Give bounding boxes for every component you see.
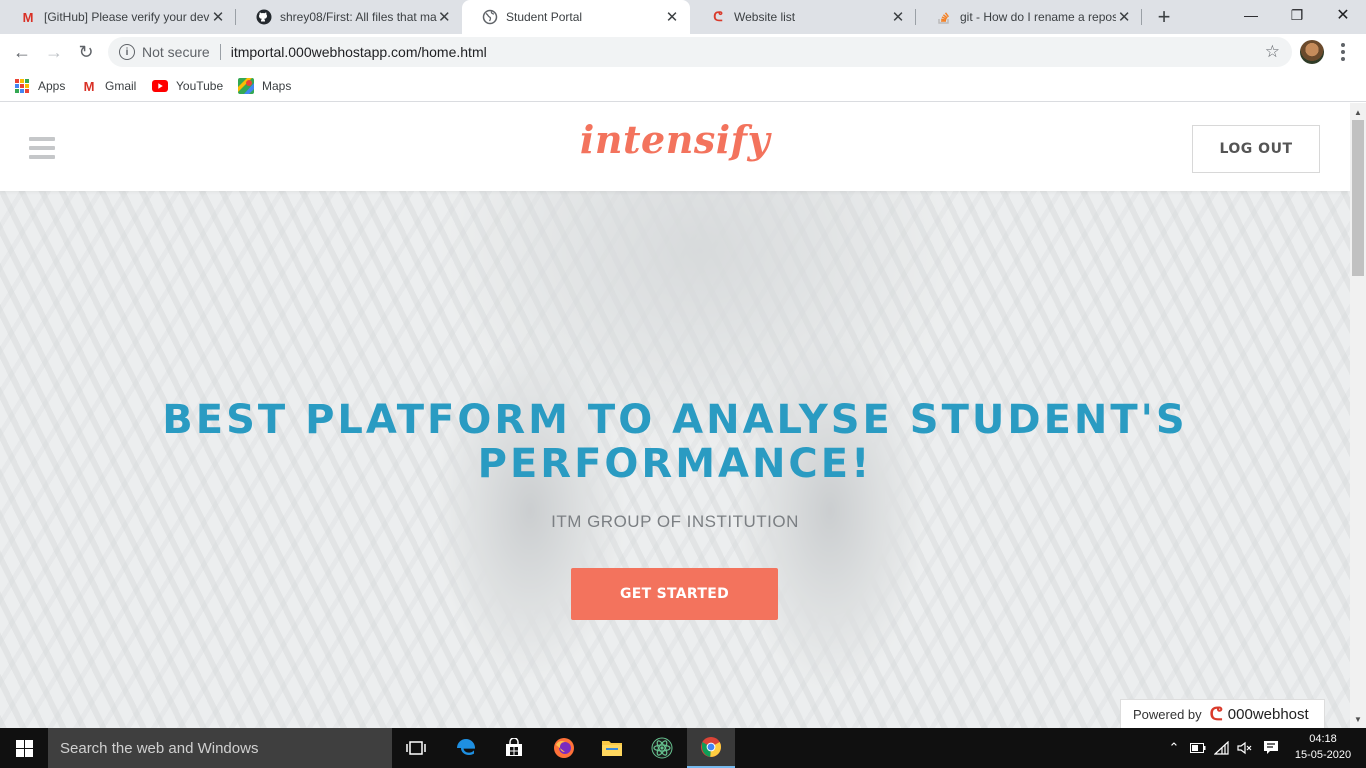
forward-button[interactable]: → (40, 38, 68, 66)
store-icon[interactable] (490, 728, 538, 768)
bookmarks-bar: Apps M Gmail YouTube Maps (0, 70, 1366, 102)
bookmark-gmail[interactable]: M Gmail (81, 76, 137, 96)
browser-menu-icon[interactable] (1335, 38, 1351, 66)
tab-title: [GitHub] Please verify your dev (44, 10, 210, 24)
profile-avatar[interactable] (1300, 40, 1324, 64)
windows-logo-icon (15, 739, 33, 757)
tab-website-list[interactable]: ᕦ Website list ✕ (690, 0, 916, 34)
security-label: Not secure (142, 44, 210, 60)
powered-brand: 000webhost (1227, 705, 1309, 723)
globe-icon (482, 9, 498, 25)
bookmark-label: YouTube (176, 79, 224, 93)
stackoverflow-icon (936, 9, 952, 25)
tab-separator (1141, 9, 1142, 25)
000webhost-icon: ᕦ (713, 9, 723, 24)
show-hidden-icons-icon[interactable]: ⌃ (1164, 728, 1184, 768)
hero-subheadline: ITM GROUP OF INSTITUTION (551, 512, 799, 531)
scrollbar-thumb[interactable] (1352, 120, 1364, 276)
action-center-icon[interactable] (1260, 728, 1282, 768)
apps-grid-icon (14, 78, 30, 94)
clock-date: 15-05-2020 (1294, 749, 1352, 761)
tab-git-rename[interactable]: git - How do I rename a reposi ✕ (916, 0, 1142, 34)
github-icon (256, 9, 272, 25)
scroll-up-arrow-icon[interactable]: ▲ (1350, 105, 1366, 119)
tab-title: git - How do I rename a reposi (960, 10, 1117, 24)
minimize-button[interactable]: — (1228, 0, 1274, 30)
url-text[interactable]: itmportal.000webhostapp.com/home.html (231, 44, 487, 60)
scroll-down-arrow-icon[interactable]: ▼ (1350, 712, 1366, 726)
chrome-icon[interactable] (687, 728, 735, 768)
browser-toolbar: ← → ↻ i Not secure itmportal.000webhosta… (0, 34, 1366, 70)
tab-github-verify[interactable]: M [GitHub] Please verify your dev ✕ (0, 0, 236, 34)
site-header: intensify LOG OUT (0, 103, 1350, 191)
windows-taskbar: Search the web and Windows ⌃ 04:18 15-05… (0, 728, 1366, 768)
edge-icon[interactable] (442, 728, 490, 768)
address-bar[interactable]: i Not secure itmportal.000webhostapp.com… (108, 37, 1292, 67)
powered-by-badge[interactable]: Powered by ᕦ 000webhost (1120, 699, 1325, 728)
close-icon[interactable]: ✕ (1116, 9, 1132, 26)
headline-line-2: PERFORMANCE! (477, 441, 873, 487)
volume-muted-icon[interactable] (1235, 728, 1255, 768)
firefox-icon[interactable] (540, 728, 588, 768)
tab-title: Website list (734, 10, 796, 24)
clock-time: 04:18 (1309, 733, 1337, 745)
back-button[interactable]: ← (8, 38, 36, 66)
logout-button[interactable]: LOG OUT (1192, 125, 1320, 173)
close-icon[interactable]: ✕ (437, 9, 452, 26)
reload-button[interactable]: ↻ (72, 38, 100, 66)
bookmark-youtube[interactable]: YouTube (152, 76, 223, 96)
000webhost-icon: ᕦ (1209, 703, 1223, 724)
new-tab-button[interactable]: + (1152, 4, 1176, 29)
page-scrollbar[interactable]: ▲ ▼ (1350, 103, 1366, 728)
gmail-icon: M (83, 78, 95, 94)
gmail-icon: M (22, 9, 34, 25)
close-icon[interactable]: ✕ (890, 9, 906, 26)
bookmark-apps[interactable]: Apps (14, 76, 65, 96)
task-view-icon[interactable] (392, 728, 440, 768)
tab-student-portal[interactable]: Student Portal ✕ (462, 0, 690, 34)
atom-icon[interactable] (638, 728, 686, 768)
tab-title: Student Portal (506, 10, 583, 24)
bookmark-maps[interactable]: Maps (238, 76, 291, 96)
omnibox-divider (219, 44, 221, 60)
taskbar-search-box[interactable]: Search the web and Windows (48, 728, 392, 768)
youtube-icon (152, 78, 168, 94)
restore-button[interactable]: ❐ (1274, 0, 1320, 30)
web-page: intensify LOG OUT BEST PLATFORM TO ANALY… (0, 103, 1350, 728)
close-icon[interactable]: ✕ (210, 9, 226, 26)
info-icon[interactable]: i (119, 44, 135, 60)
hero-headline: BEST PLATFORM TO ANALYSE STUDENT'S PERFO… (0, 398, 1350, 486)
close-window-button[interactable]: ✕ (1320, 0, 1366, 30)
browser-tab-strip: M [GitHub] Please verify your dev ✕ shre… (0, 0, 1366, 34)
wifi-icon[interactable] (1212, 728, 1232, 768)
battery-icon[interactable] (1188, 728, 1208, 768)
bookmark-label: Apps (38, 79, 66, 93)
bookmark-label: Gmail (105, 79, 137, 93)
tab-title: shrey08/First: All files that mad (280, 10, 437, 24)
file-explorer-icon[interactable] (588, 728, 636, 768)
close-icon[interactable]: ✕ (664, 9, 680, 26)
tab-github-repo[interactable]: shrey08/First: All files that mad ✕ (236, 0, 462, 34)
system-clock[interactable]: 04:18 15-05-2020 (1292, 731, 1354, 763)
powered-label: Powered by (1133, 706, 1202, 722)
start-button[interactable] (0, 728, 48, 768)
star-icon[interactable]: ☆ (1265, 42, 1280, 62)
get-started-button[interactable]: GET STARTED (571, 568, 778, 620)
site-logo[interactable]: intensify (0, 117, 1350, 162)
headline-line-1: BEST PLATFORM TO ANALYSE STUDENT'S (162, 397, 1188, 443)
bookmark-label: Maps (262, 79, 292, 93)
maps-icon (238, 78, 254, 94)
